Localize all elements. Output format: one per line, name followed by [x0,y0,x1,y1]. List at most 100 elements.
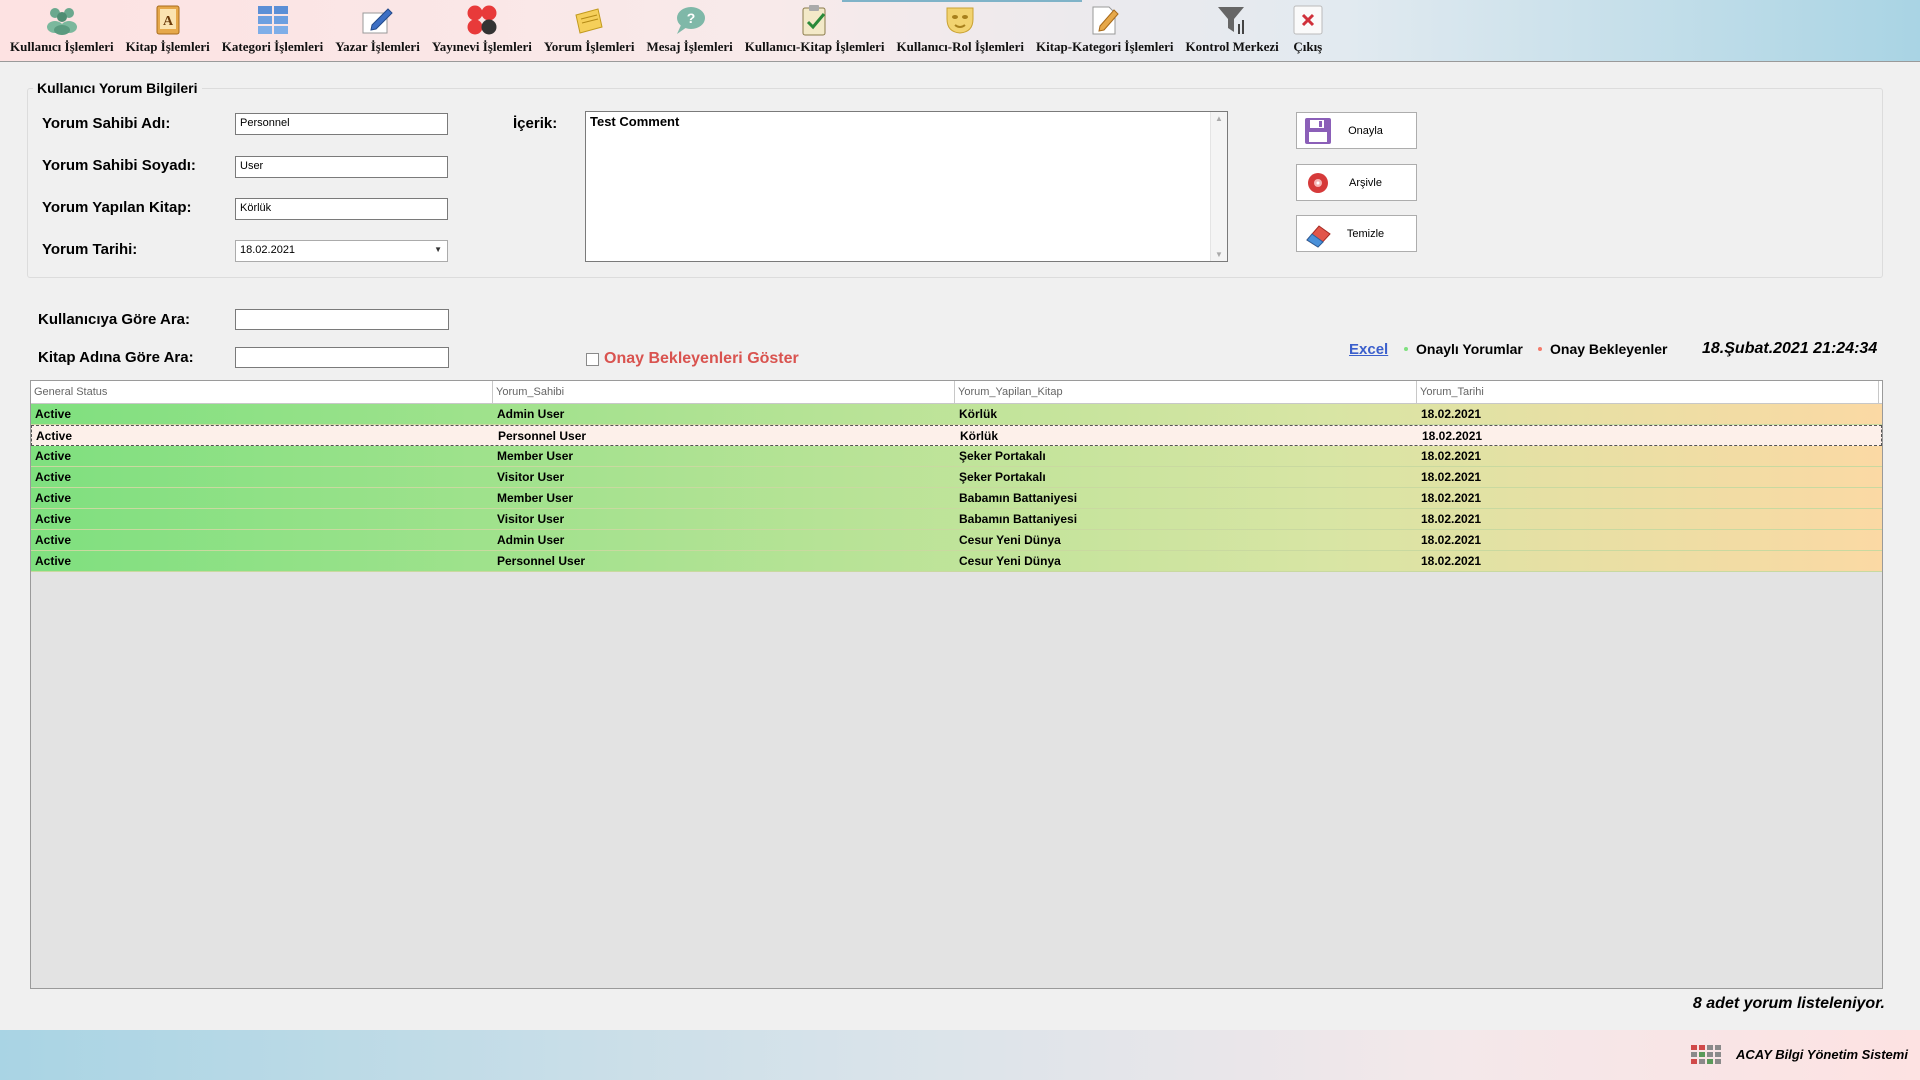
toolbar-category-operations[interactable]: Kategori İşlemleri [216,0,329,58]
table-cell-date: 18.02.2021 [1421,470,1482,484]
table-row[interactable]: Active Visitor User Şeker Portakalı 18.02.2… [31,467,1882,488]
comment-note-icon [572,4,606,36]
content-scrollbar[interactable]: ▲ ▼ [1210,112,1227,261]
toolbar-message-operations[interactable]: ? Mesaj İşlemleri [640,0,738,58]
table-row[interactable]: Active Visitor User Babamın Battaniyesi 18.… [31,509,1882,530]
table-cell-date: 18.02.2021 [1421,407,1482,421]
table-cell-status: Active [35,512,72,526]
table-cell-owner: Visitor User [497,512,565,526]
table-cell-status: Active [35,470,72,484]
grid-header: General Status Yorum_Sahibi Yorum_Yapila… [31,381,1882,404]
book-label: Yorum Yapılan Kitap: [42,199,192,216]
chevron-down-icon[interactable]: ▼ [434,245,442,254]
table-cell-date: 18.02.2021 [1421,554,1482,568]
book-field[interactable]: Körlük [235,198,448,220]
toolbar-publisher-operations[interactable]: Yayınevi İşlemleri [426,0,538,58]
table-cell-status: Active [35,449,72,463]
table-row[interactable]: Active Member User Babamın Battaniyesi 18.0… [31,488,1882,509]
toolbar-user-book-operations[interactable]: Kullanıcı-Kitap İşlemleri [739,0,891,58]
toolbar-label: Yazar İşlemleri [335,39,420,54]
show-pending-checkbox[interactable]: Onay Bekleyenleri Göster [586,350,799,368]
last-name-field[interactable]: User [235,156,448,178]
table-row[interactable]: Active Personnel User Cesur Yeni Dünya 18.0… [31,551,1882,572]
scroll-up-icon[interactable]: ▲ [1215,114,1223,123]
date-label: Yorum Tarihi: [42,241,138,258]
approve-button[interactable]: Onayla [1296,112,1417,149]
table-cell-status: Active [36,429,73,443]
table-cell-date: 18.02.2021 [1422,429,1483,443]
archive-button[interactable]: Arşivle [1296,164,1417,201]
toolbar-label: Kullanıcı İşlemleri [10,39,114,54]
approve-button-label: Onayla [1348,124,1383,137]
table-cell-book: Cesur Yeni Dünya [959,533,1061,547]
table-cell-date: 18.02.2021 [1421,449,1482,463]
comments-grid[interactable]: General Status Yorum_Sahibi Yorum_Yapila… [30,380,1883,989]
table-cell-book: Cesur Yeni Dünya [959,554,1061,568]
search-user-input[interactable] [235,309,449,330]
table-cell-book: Babamın Battaniyesi [959,512,1078,526]
toolbar-label: Kullanıcı-Rol İşlemleri [896,39,1024,54]
date-value: 18.02.2021 [240,244,296,256]
save-disk-icon [1301,114,1335,148]
table-cell-owner: Personnel User [498,429,587,443]
clear-button[interactable]: Temizle [1296,215,1417,252]
table-cell-status: Active [35,554,72,568]
table-row[interactable]: Active Member User Şeker Portakalı 18.02.20… [31,446,1882,467]
toolbar-label: Yayınevi İşlemleri [431,39,532,54]
svg-text:A: A [163,14,174,29]
clipboard-check-icon [798,4,832,36]
table-row[interactable]: Active Admin User Körlük 18.02.2021 [31,404,1882,425]
first-name-field[interactable]: Personnel [235,113,448,135]
toolbar-book-operations[interactable]: A Kitap İşlemleri [120,0,216,58]
column-header-owner[interactable]: Yorum_Sahibi [493,381,955,403]
legend-pending: Onay Bekleyenler [1538,341,1668,357]
content-text: Test Comment [590,114,680,129]
toolbar-exit[interactable]: Çıkış [1285,0,1331,58]
pending-dot-icon [1538,347,1542,351]
legend-pending-label: Onay Bekleyenler [1550,341,1668,357]
toolbar-label: Kontrol Merkezi [1185,39,1279,54]
comment-info-group-title: Kullanıcı Yorum Bilgileri [33,80,202,96]
close-icon [1291,4,1325,36]
datetime-clock: 18.Şubat.2021 21:24:34 [1702,340,1878,357]
table-cell-date: 18.02.2021 [1421,512,1482,526]
footer-bar: ACAY Bilgi Yönetim Sistemi [0,1030,1920,1080]
search-user-label: Kullanıcıya Göre Ara: [38,311,190,328]
users-icon [45,4,79,36]
toolbar-accent-line [842,0,1082,2]
toolbar-author-operations[interactable]: Yazar İşlemleri [329,0,426,58]
column-header-status[interactable]: General Status [31,381,493,403]
toolbar-comment-operations[interactable]: Yorum İşlemleri [538,0,641,58]
column-header-book[interactable]: Yorum_Yapilan_Kitap [955,381,1417,403]
table-cell-date: 18.02.2021 [1421,491,1482,505]
table-row[interactable]: Active Personnel User Körlük 18.02.2021 [31,425,1882,446]
table-cell-owner: Admin User [497,533,565,547]
table-cell-owner: Member User [497,449,574,463]
search-book-input[interactable] [235,347,449,368]
table-cell-date: 18.02.2021 [1421,533,1482,547]
toolbar-control-center[interactable]: Kontrol Merkezi [1180,0,1285,58]
table-cell-book: Körlük [960,429,999,443]
column-header-date[interactable]: Yorum_Tarihi [1417,381,1879,403]
date-picker[interactable]: 18.02.2021 ▼ [235,240,448,262]
clear-button-label: Temizle [1346,227,1385,240]
toolbar-label: Kategori İşlemleri [221,39,324,54]
checkbox-box[interactable] [586,352,599,366]
table-cell-book: Babamın Battaniyesi [959,491,1078,505]
content-textarea[interactable]: Test Comment ▲ ▼ [585,111,1228,262]
toolbar-book-category-operations[interactable]: Kitap-Kategori İşlemleri [1030,0,1180,58]
category-grid-icon [256,4,290,36]
table-cell-status: Active [35,491,72,505]
table-cell-status: Active [35,533,72,547]
toolbar-label: Yorum İşlemleri [543,39,635,54]
table-cell-owner: Member User [497,491,574,505]
svg-text:?: ? [686,10,695,26]
scroll-down-icon[interactable]: ▼ [1215,250,1223,259]
main-toolbar: Kullanıcı İşlemleri A Kitap İşlemleri Ka… [0,0,1920,62]
toolbar-label: Kullanıcı-Kitap İşlemleri [744,39,885,54]
excel-export-link[interactable]: Excel [1349,341,1388,358]
table-row[interactable]: Active Admin User Cesur Yeni Dünya 18.02.20… [31,530,1882,551]
table-cell-status: Active [35,407,72,421]
toolbar-user-role-operations[interactable]: Kullanıcı-Rol İşlemleri [891,0,1030,58]
toolbar-user-operations[interactable]: Kullanıcı İşlemleri [4,0,120,58]
